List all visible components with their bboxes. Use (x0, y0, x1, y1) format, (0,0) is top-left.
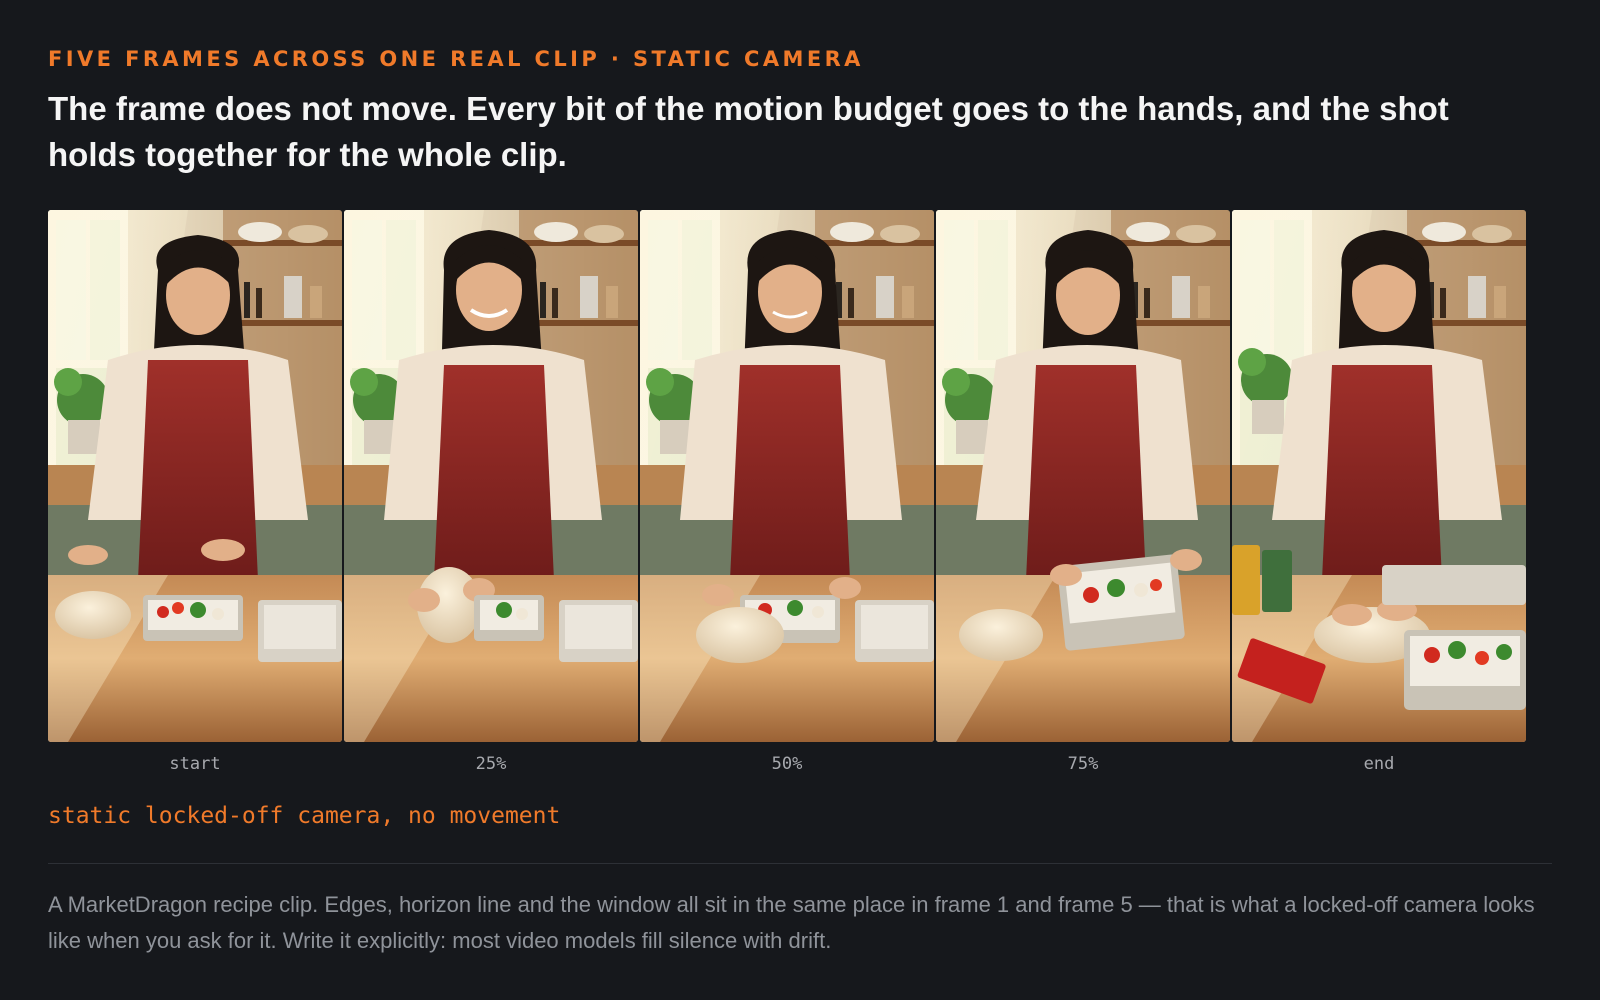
frame-75: 75% (936, 210, 1230, 774)
frame-image-start (48, 210, 342, 742)
page-title: The frame does not move. Every bit of th… (48, 90, 1449, 173)
page: FIVE FRAMES ACROSS ONE REAL CLIP · STATI… (48, 0, 1552, 1000)
frame-caption: 25% (475, 754, 507, 774)
eyebrow-label: FIVE FRAMES ACROSS ONE REAL CLIP · STATI… (48, 47, 864, 71)
frame-caption: 75% (1067, 754, 1099, 774)
camera-prompt: static locked-off camera, no movement (48, 803, 561, 829)
frame-caption: start (169, 754, 221, 774)
frame-image-25 (344, 210, 638, 742)
frame-end: end (1232, 210, 1526, 774)
frame-caption: 50% (771, 754, 803, 774)
frame-image-75 (936, 210, 1230, 742)
frame-caption: end (1363, 754, 1395, 774)
divider (48, 863, 1552, 864)
frame-strip: start 25% 50% 75% end (48, 210, 1552, 780)
frame-start: start (48, 210, 342, 774)
frame-25: 25% (344, 210, 638, 774)
frame-image-50 (640, 210, 934, 742)
description-text: A MarketDragon recipe clip. Edges, horiz… (48, 892, 1535, 953)
frame-50: 50% (640, 210, 934, 774)
frame-image-end (1232, 210, 1526, 742)
